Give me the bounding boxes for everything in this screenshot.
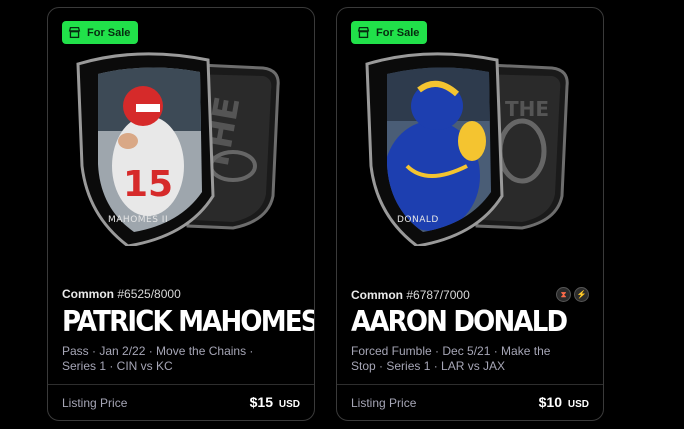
svg-text:15: 15 [123,164,173,205]
serial-number: #6525/8000 [117,287,181,301]
badge-label: For Sale [376,26,420,39]
tier-serial: Common #6787/7000 [351,288,470,302]
storefront-icon [357,26,370,39]
for-sale-badge: For Sale [62,21,139,44]
storefront-icon [68,26,81,39]
listing-price: $15 USD [250,394,300,410]
divider [48,384,314,385]
moment-artwork[interactable]: THE DONALD [357,46,587,248]
play-details: Forced Fumble · Dec 5/21 · Make the Stop… [351,344,551,373]
listing-price-label: Listing Price [62,396,128,410]
price-value: $15 [249,394,273,410]
player-name[interactable]: AARON DONALD [351,306,589,338]
player-name[interactable]: PATRICK MAHOMES II [62,306,314,338]
tier-serial: Common #6525/8000 [62,287,181,301]
for-sale-badge: For Sale [351,21,428,44]
serial-number: #6787/7000 [406,287,470,302]
price-value: $10 [538,394,562,410]
lightning-icon[interactable]: ⚡ [574,287,589,302]
svg-text:THE: THE [505,97,549,121]
play-details: Pass · Jan 2/22 · Move the Chains · Seri… [62,344,254,373]
price-currency: USD [278,399,300,410]
hourglass-icon[interactable]: ⧗ [556,287,571,302]
price-currency: USD [567,399,589,410]
moment-artwork[interactable]: THE 15 MAHOMES II [68,46,298,248]
divider [337,384,603,385]
tier-label: Common [62,287,114,301]
listing-price-label: Listing Price [351,396,417,410]
tier-label: Common [351,287,403,302]
badge-icons: ⧗ ⚡ [556,287,589,302]
moment-card-mahomes[interactable]: For Sale THE 15 MAHOMES II Common #6525/… [47,7,315,421]
art-caption: DONALD [397,215,439,225]
listing-price: $10 USD [539,394,589,410]
moment-card-donald[interactable]: For Sale THE DONALD Common #6787/7000 ⧗ … [336,7,604,421]
art-caption: MAHOMES II [108,215,168,225]
badge-label: For Sale [87,26,131,39]
